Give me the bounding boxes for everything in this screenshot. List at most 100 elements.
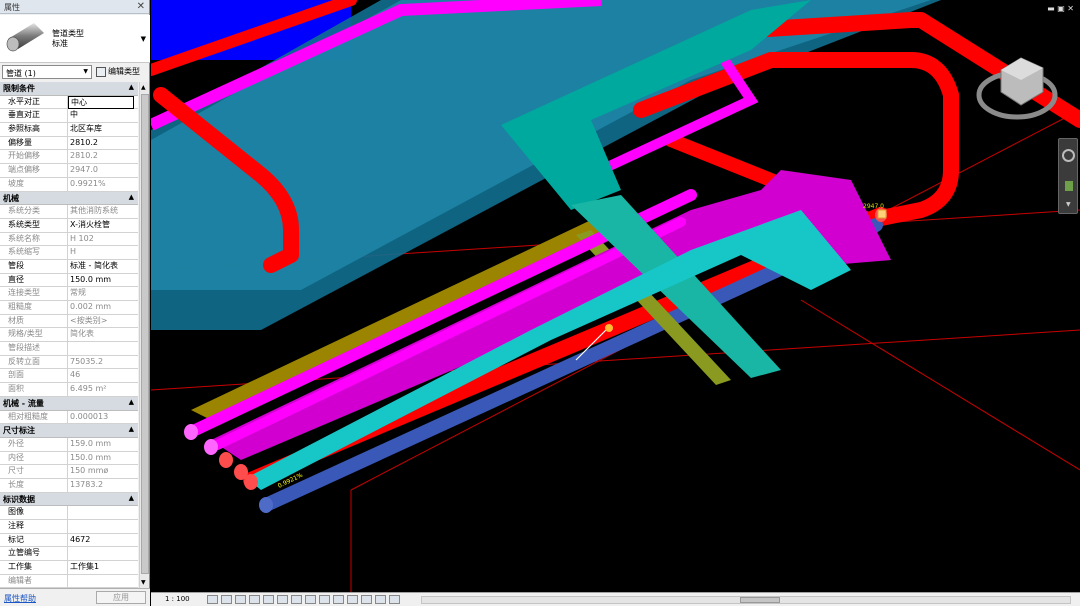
scrollbar-thumb[interactable] — [141, 94, 149, 574]
section-title: 机械 — [3, 193, 19, 203]
property-value: 150.0 mm — [70, 452, 112, 462]
property-row: 外径 159.0 mm — [0, 437, 138, 452]
navigation-bar[interactable]: ▼ — [1058, 138, 1078, 214]
property-name: 系统缩写 — [0, 246, 68, 260]
edit-type-icon — [96, 66, 106, 77]
property-value[interactable]: X-消火栓管 — [70, 219, 136, 232]
property-row: 图像 — [0, 506, 138, 520]
scroll-up-icon[interactable]: ▲ — [141, 84, 146, 91]
property-name: 编辑者 — [0, 574, 68, 588]
view-scale[interactable]: 1 : 100 — [165, 595, 190, 603]
property-name: 水平对正 — [0, 95, 68, 109]
chevron-down-icon: ▼ — [83, 68, 88, 75]
property-section-header[interactable]: 限制条件 ▲ — [0, 82, 138, 96]
property-row: 剖面 46 — [0, 369, 138, 384]
horizontal-scrollbar[interactable] — [421, 596, 1071, 604]
edit-type-button[interactable]: 编辑类型 — [96, 66, 140, 77]
collapse-icon[interactable]: ▲ — [129, 398, 134, 407]
property-value: H 102 — [70, 233, 94, 243]
reveal-hidden-icon[interactable] — [333, 595, 344, 604]
property-section-header[interactable]: 机械 - 流量 ▲ — [0, 396, 138, 411]
property-value: 其他消防系统 — [70, 206, 118, 216]
property-section-header[interactable]: 尺寸标注 ▲ — [0, 424, 138, 438]
property-value: <按类别> — [70, 315, 108, 325]
property-value[interactable]: 中 — [70, 109, 136, 122]
type-selector[interactable]: 管道类型 标准 ▼ — [0, 15, 150, 63]
property-value[interactable]: 北区车库 — [70, 123, 136, 136]
property-value[interactable]: 工作集1 — [70, 561, 136, 574]
crop-view-icon[interactable] — [277, 595, 288, 604]
zoom-icon[interactable] — [1065, 181, 1073, 191]
property-row: 端点偏移 2947.0 — [0, 164, 138, 178]
property-section-header[interactable]: 机械 ▲ — [0, 191, 138, 206]
property-name: 图像 — [0, 506, 68, 520]
property-value[interactable]: 2810.2 — [70, 137, 136, 150]
show-crop-icon[interactable] — [291, 595, 302, 604]
property-value[interactable]: 150.0 mm — [70, 274, 136, 287]
scrollbar-thumb[interactable] — [740, 597, 780, 603]
property-row: 系统类型 X-消火栓管 — [0, 218, 138, 233]
panel-scrollbar[interactable]: ▲ ▼ — [139, 82, 149, 588]
property-row: 长度 13783.2 — [0, 478, 138, 493]
property-row: 偏移量 2810.2 — [0, 136, 138, 151]
sun-path-icon[interactable] — [235, 595, 246, 604]
collapse-icon[interactable]: ▲ — [129, 494, 134, 503]
property-value: 简化表 — [70, 329, 94, 339]
lock-view-icon[interactable] — [305, 595, 316, 604]
property-name: 工作集 — [0, 561, 68, 575]
visual-style-icon[interactable] — [221, 595, 232, 604]
property-section-header[interactable]: 标识数据 ▲ — [0, 492, 138, 507]
property-value[interactable] — [70, 520, 136, 533]
collapse-icon[interactable]: ▲ — [129, 83, 134, 92]
property-value: 0.002 mm — [70, 302, 112, 311]
3d-viewport[interactable]: 2947.0 0.9921% ▬ ▣ ✕ ▼ — [151, 0, 1080, 592]
property-row: 垂直对正中 — [0, 109, 138, 124]
property-name: 管段 — [0, 259, 68, 273]
property-value[interactable]: 标准 - 简化表 — [70, 260, 136, 273]
close-icon[interactable]: ✕ — [137, 1, 145, 12]
temporary-hide-icon[interactable] — [319, 595, 330, 604]
property-name: 标记 — [0, 533, 68, 547]
section-title: 限制条件 — [3, 84, 35, 93]
property-name: 垂直对正 — [0, 109, 68, 123]
property-value[interactable] — [70, 547, 136, 560]
property-row: 工作集 工作集1 — [0, 561, 138, 575]
property-row: 系统名称 H 102 — [0, 232, 138, 247]
highlight-icon[interactable] — [361, 595, 372, 604]
apply-button[interactable]: 应用 — [96, 591, 146, 604]
scroll-down-icon[interactable]: ▼ — [141, 579, 146, 586]
worksharing-icon[interactable] — [347, 595, 358, 604]
section-title: 机械 - 流量 — [3, 398, 44, 408]
property-name: 系统名称 — [0, 232, 68, 246]
constraints-icon[interactable] — [375, 595, 386, 604]
property-row: 管段描述 — [0, 342, 138, 356]
instance-filter-dropdown[interactable]: 管道 (1) ▼ — [2, 65, 92, 79]
property-name: 剖面 — [0, 369, 68, 383]
property-name: 系统类型 — [0, 218, 68, 232]
analysis-icon[interactable] — [389, 595, 400, 604]
connector-grip[interactable] — [877, 209, 887, 219]
property-row: 管段 标准 - 简化表 — [0, 259, 138, 274]
panel-title: 属性 — [4, 3, 20, 12]
pipe-tag-marker[interactable] — [605, 324, 613, 332]
property-row: 粗糙度 0.002 mm — [0, 301, 138, 315]
property-row: 连接类型 常规 — [0, 287, 138, 301]
steering-wheel-icon[interactable] — [1062, 149, 1075, 162]
chevron-down-icon[interactable]: ▼ — [1066, 201, 1071, 208]
render-icon[interactable] — [263, 595, 274, 604]
collapse-icon[interactable]: ▲ — [129, 425, 134, 434]
property-value[interactable] — [70, 506, 136, 519]
property-value[interactable]: 中心 — [68, 95, 134, 109]
detail-level-icon[interactable] — [207, 595, 218, 604]
property-row: 开始偏移 2810.2 — [0, 150, 138, 165]
property-value: 13783.2 — [70, 479, 104, 489]
panel-title-bar: 属性 ✕ — [0, 0, 149, 14]
chevron-down-icon[interactable]: ▼ — [141, 35, 146, 43]
shadows-icon[interactable] — [249, 595, 260, 604]
collapse-icon[interactable]: ▲ — [129, 193, 134, 202]
property-value[interactable]: 4672 — [70, 534, 136, 547]
section-title: 标识数据 — [3, 494, 35, 504]
properties-help-link[interactable]: 属性帮助 — [4, 593, 36, 604]
window-controls[interactable]: ▬ ▣ ✕ — [1047, 4, 1074, 13]
property-value — [70, 575, 136, 588]
